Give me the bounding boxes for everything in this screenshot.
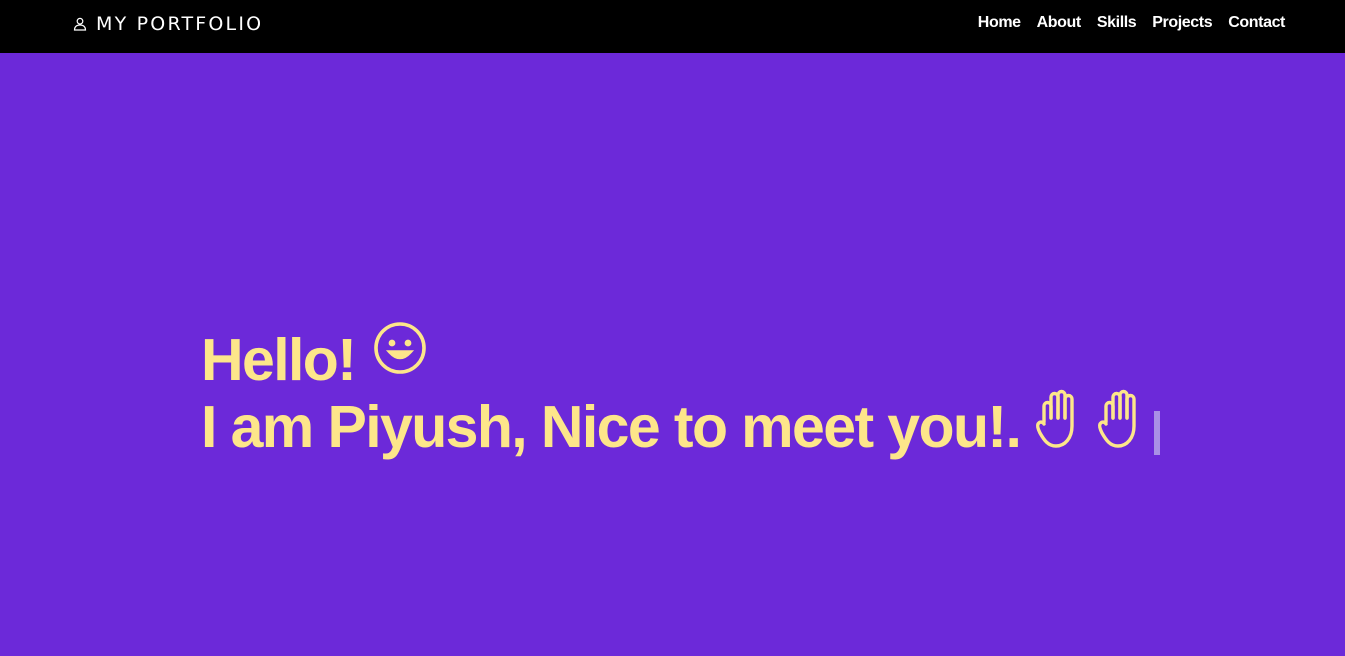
nav-link-home[interactable]: Home: [978, 13, 1021, 33]
hero-intro: I am Piyush, Nice to meet you!.: [201, 394, 1022, 460]
typing-cursor: [1154, 411, 1161, 455]
hero-section: Hello! I am Piyush, Nice to meet you!.: [0, 53, 1345, 656]
hero-intro-line: I am Piyush, Nice to meet you!.: [201, 389, 1161, 461]
raised-hand-icon: [1096, 388, 1144, 450]
hero-greeting: Hello!: [201, 327, 357, 393]
brand-link[interactable]: MY PORTFOLIO: [73, 12, 263, 36]
top-navbar: MY PORTFOLIO Home About Skills Projects …: [0, 0, 1345, 53]
brand-title: MY PORTFOLIO: [96, 13, 264, 35]
nav-link-projects[interactable]: Projects: [1152, 13, 1212, 33]
user-icon: [73, 17, 87, 31]
nav-link-about[interactable]: About: [1037, 13, 1082, 33]
hero-greeting-line: Hello!: [201, 322, 427, 394]
nav-links: Home About Skills Projects Contact: [978, 13, 1286, 33]
nav-link-skills[interactable]: Skills: [1097, 13, 1137, 33]
raised-hand-icon: [1034, 388, 1082, 450]
smile-icon: [373, 321, 427, 375]
nav-link-contact[interactable]: Contact: [1228, 13, 1285, 33]
